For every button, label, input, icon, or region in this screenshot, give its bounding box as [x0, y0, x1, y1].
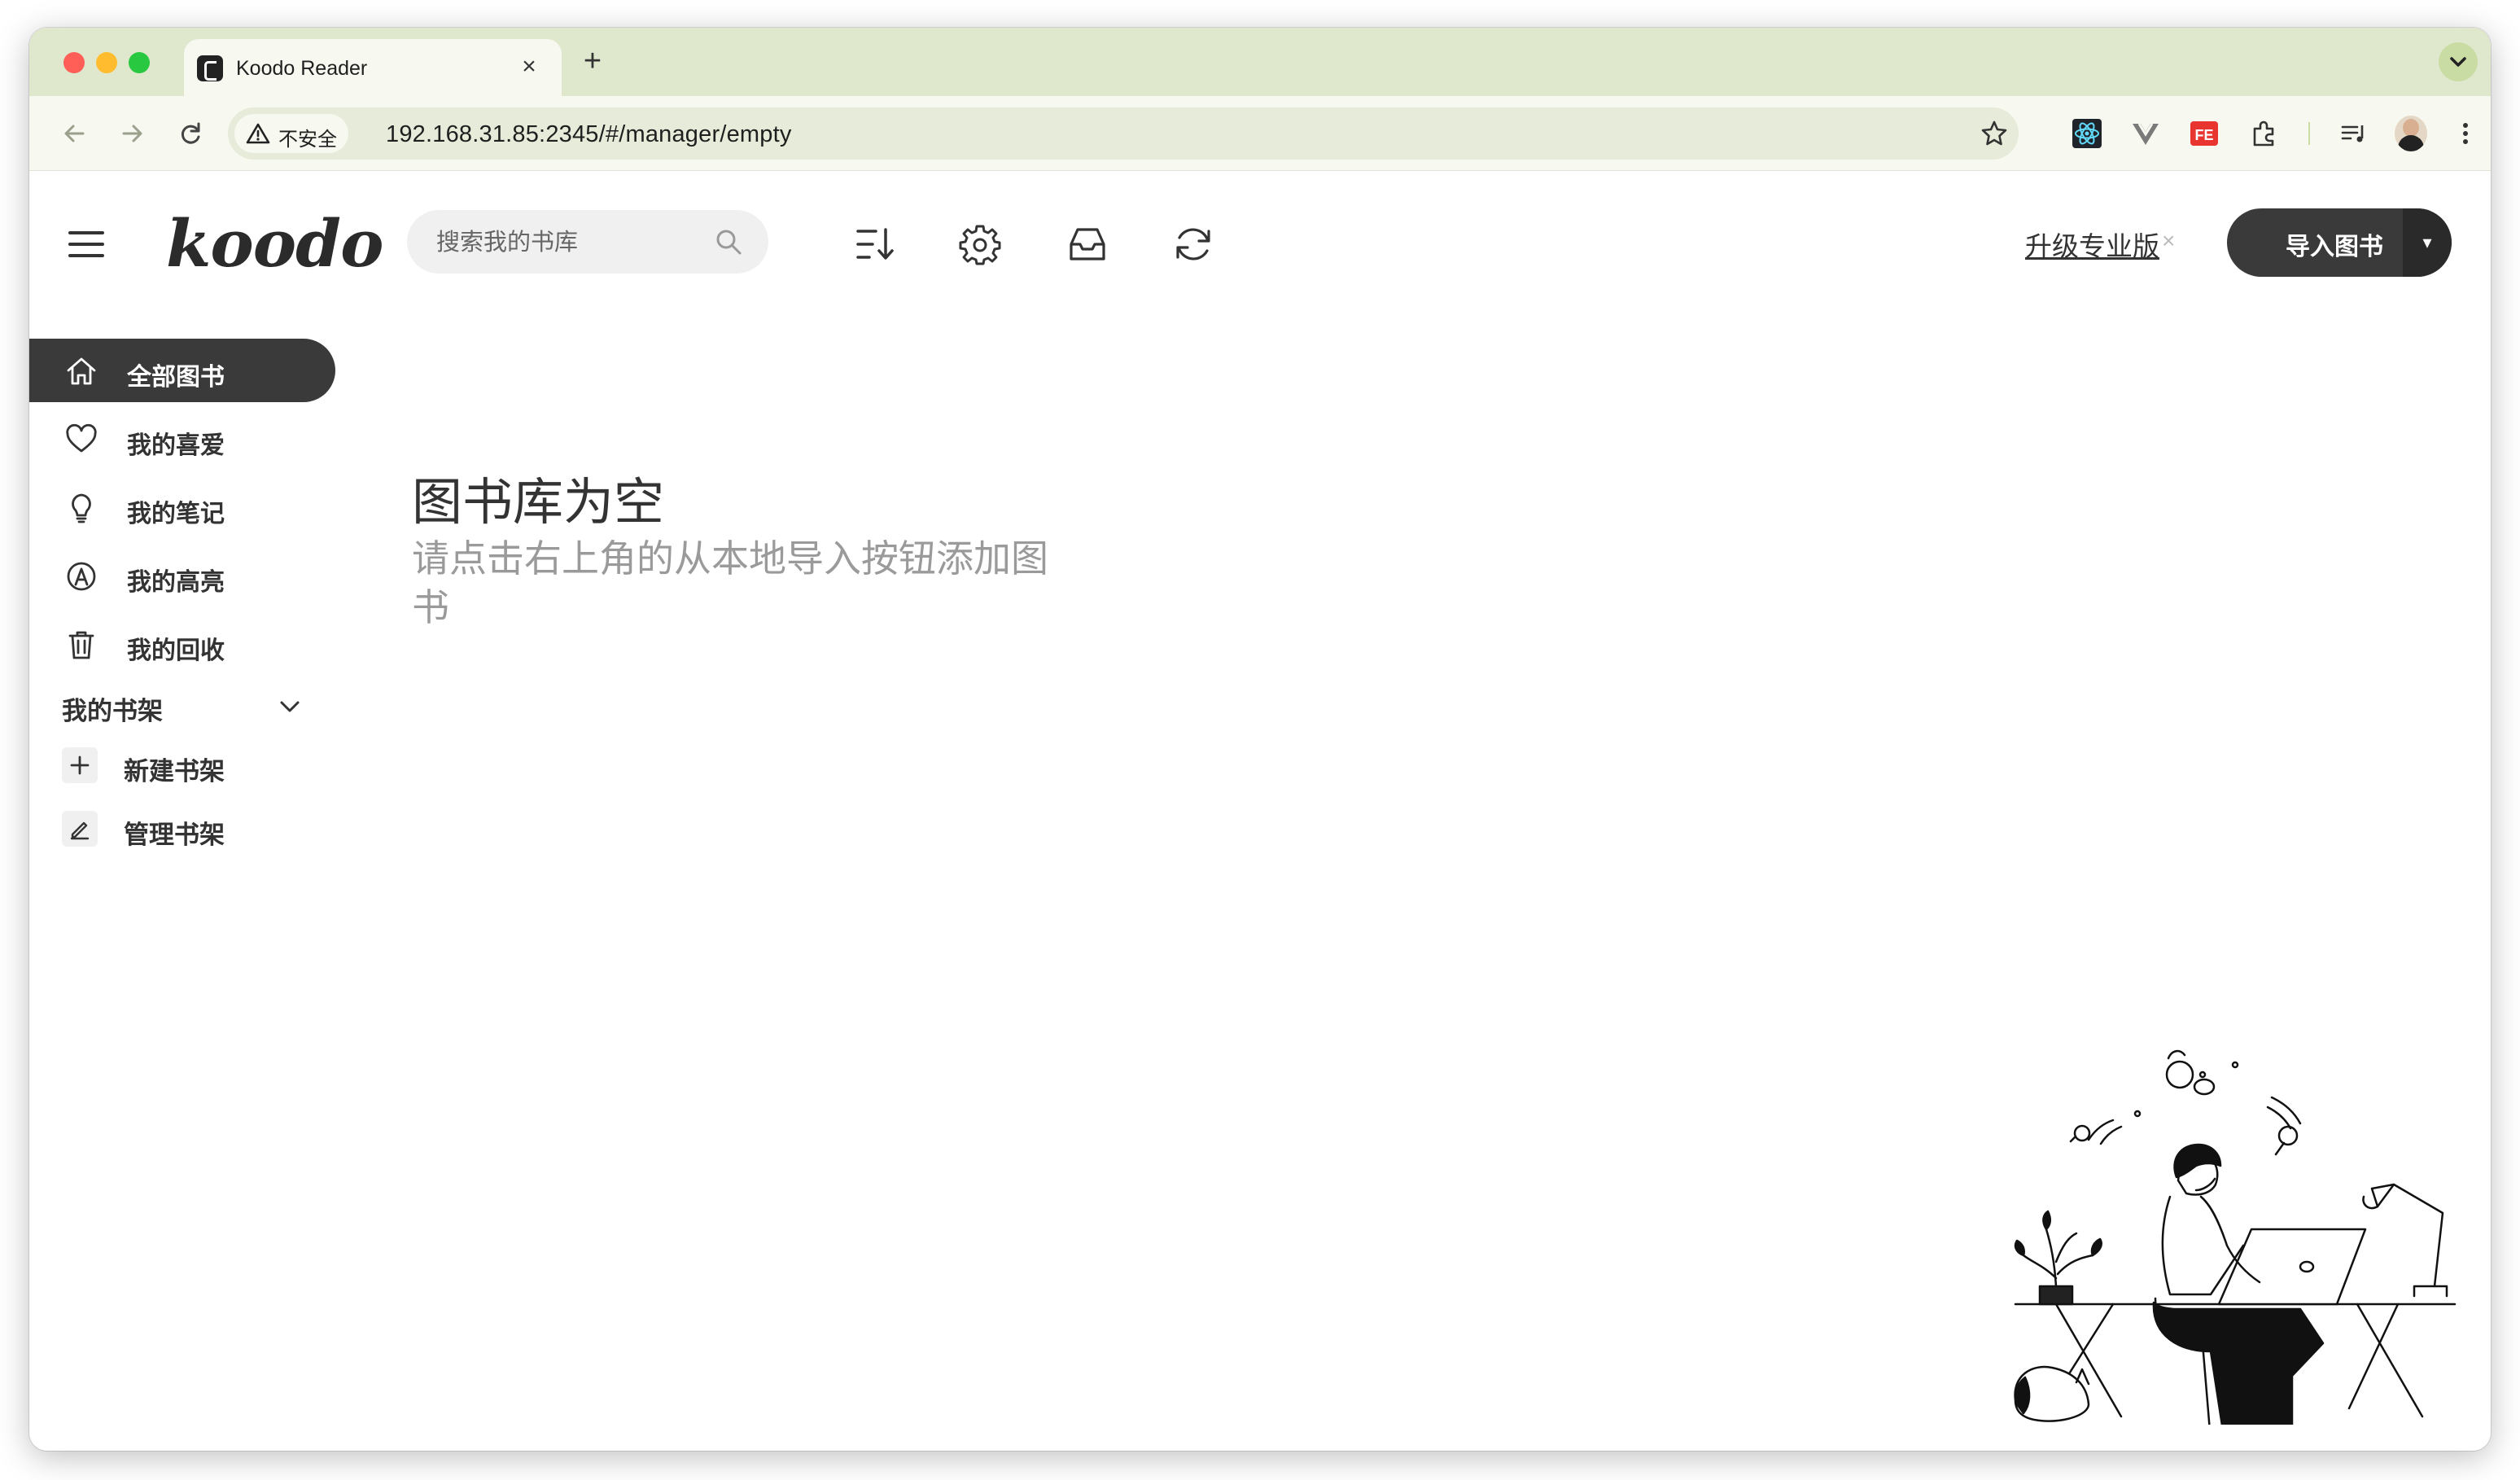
- security-chip[interactable]: 不安全: [234, 114, 348, 153]
- tab-close-button[interactable]: ×: [513, 50, 545, 83]
- sidebar-item-label: 我的喜爱: [127, 431, 225, 460]
- my-shelves-header[interactable]: 我的书架: [62, 690, 163, 727]
- extensions-puzzle-icon[interactable]: [2248, 117, 2281, 150]
- search-box[interactable]: [407, 210, 768, 274]
- reload-icon: [181, 122, 200, 144]
- person-reading-illustration: [2014, 1049, 2457, 1425]
- browser-toolbar: 不安全 192.168.31.85:2345/#/manager/empty F…: [29, 96, 2491, 171]
- address-bar[interactable]: 不安全 192.168.31.85:2345/#/manager/empty: [228, 107, 2019, 160]
- fe-helper-icon[interactable]: FE: [2188, 117, 2220, 150]
- sidebar-item-highlights[interactable]: 我的高亮: [29, 544, 335, 607]
- empty-library-description: 请点击右上角的从本地导入按钮添加图书: [412, 536, 1048, 629]
- more-menu-icon[interactable]: [2453, 117, 2478, 150]
- menu-icon[interactable]: [68, 228, 104, 261]
- svg-text:FE: FE: [2194, 127, 2213, 143]
- close-window-button[interactable]: [63, 52, 85, 73]
- koodo-logo: koodo: [166, 205, 383, 282]
- import-books-button[interactable]: 导入图书 ▾: [2227, 208, 2452, 277]
- react-devtools-icon[interactable]: [2071, 117, 2103, 150]
- vue-devtools-icon[interactable]: [2129, 117, 2162, 150]
- import-dropdown-button[interactable]: ▾: [2403, 208, 2452, 277]
- arrow-left-icon: [64, 125, 85, 142]
- sidebar-item-all-books[interactable]: 全部图书: [29, 339, 335, 402]
- back-button[interactable]: [54, 112, 96, 155]
- warning-icon: [246, 123, 270, 144]
- upgrade-close-button[interactable]: ×: [2162, 228, 2175, 254]
- trash-icon: [68, 631, 94, 659]
- inbox-icon[interactable]: [1066, 223, 1109, 265]
- minimize-window-button[interactable]: [96, 52, 117, 73]
- tab-strip: Koodo Reader × +: [29, 28, 2491, 96]
- manage-shelves-label: 管理书架: [124, 821, 225, 850]
- chevron-down-icon[interactable]: [275, 692, 304, 721]
- chevron-down-icon: [2450, 57, 2466, 67]
- arrow-right-icon: [122, 125, 142, 142]
- maximize-window-button[interactable]: [129, 52, 150, 73]
- upgrade-pro-link[interactable]: 升级专业版: [2025, 225, 2159, 264]
- sidebar-item-label: 我的高亮: [127, 568, 225, 597]
- url-text: 192.168.31.85:2345/#/manager/empty: [386, 121, 792, 147]
- new-shelf-label: 新建书架: [124, 757, 225, 786]
- sort-icon[interactable]: [853, 223, 895, 265]
- security-label: 不安全: [278, 129, 337, 151]
- browser-window: Koodo Reader × + 不安全 192.168.31.85:2345/…: [29, 28, 2491, 1451]
- new-shelf-button[interactable]: 新建书架: [62, 741, 339, 790]
- bookmark-star-icon[interactable]: [1980, 119, 2009, 148]
- tab-search-button[interactable]: [2439, 42, 2478, 81]
- reload-button[interactable]: [169, 112, 212, 155]
- tab-title: Koodo Reader: [236, 57, 368, 80]
- media-controls-icon[interactable]: [2338, 117, 2370, 150]
- new-tab-button[interactable]: +: [576, 46, 609, 78]
- sidebar-item-favorites[interactable]: 我的喜爱: [29, 407, 335, 471]
- home-icon: [67, 357, 96, 385]
- koodo-favicon-icon: [197, 55, 223, 81]
- sidebar-item-label: 全部图书: [127, 363, 225, 392]
- lightbulb-icon: [72, 493, 91, 523]
- import-books-label: 导入图书: [2286, 233, 2383, 261]
- sidebar-item-label: 我的笔记: [127, 500, 225, 528]
- manage-shelves-button[interactable]: 管理书架: [62, 804, 339, 853]
- sidebar-item-label: 我的回收: [127, 637, 225, 665]
- forward-button[interactable]: [111, 112, 153, 155]
- profile-avatar[interactable]: [2395, 116, 2427, 151]
- sync-icon[interactable]: [1172, 223, 1214, 265]
- sidebar-item-notes[interactable]: 我的笔记: [29, 475, 335, 539]
- plus-icon: [62, 747, 98, 783]
- sidebar-item-trash[interactable]: 我的回收: [29, 612, 335, 676]
- highlight-icon: [67, 562, 96, 591]
- search-input[interactable]: [436, 210, 713, 274]
- heart-icon: [66, 423, 97, 453]
- search-icon[interactable]: [713, 226, 744, 257]
- browser-tab[interactable]: Koodo Reader ×: [184, 39, 562, 96]
- settings-gear-icon[interactable]: [959, 223, 1001, 265]
- empty-library-title: 图书库为空: [412, 472, 665, 532]
- toolbar-divider: [2308, 122, 2310, 145]
- edit-icon: [62, 811, 98, 847]
- koodo-app: koodo 升级专业版 × 导入图书 ▾ 全部图书 我的喜爱 我的笔记: [29, 171, 2491, 1451]
